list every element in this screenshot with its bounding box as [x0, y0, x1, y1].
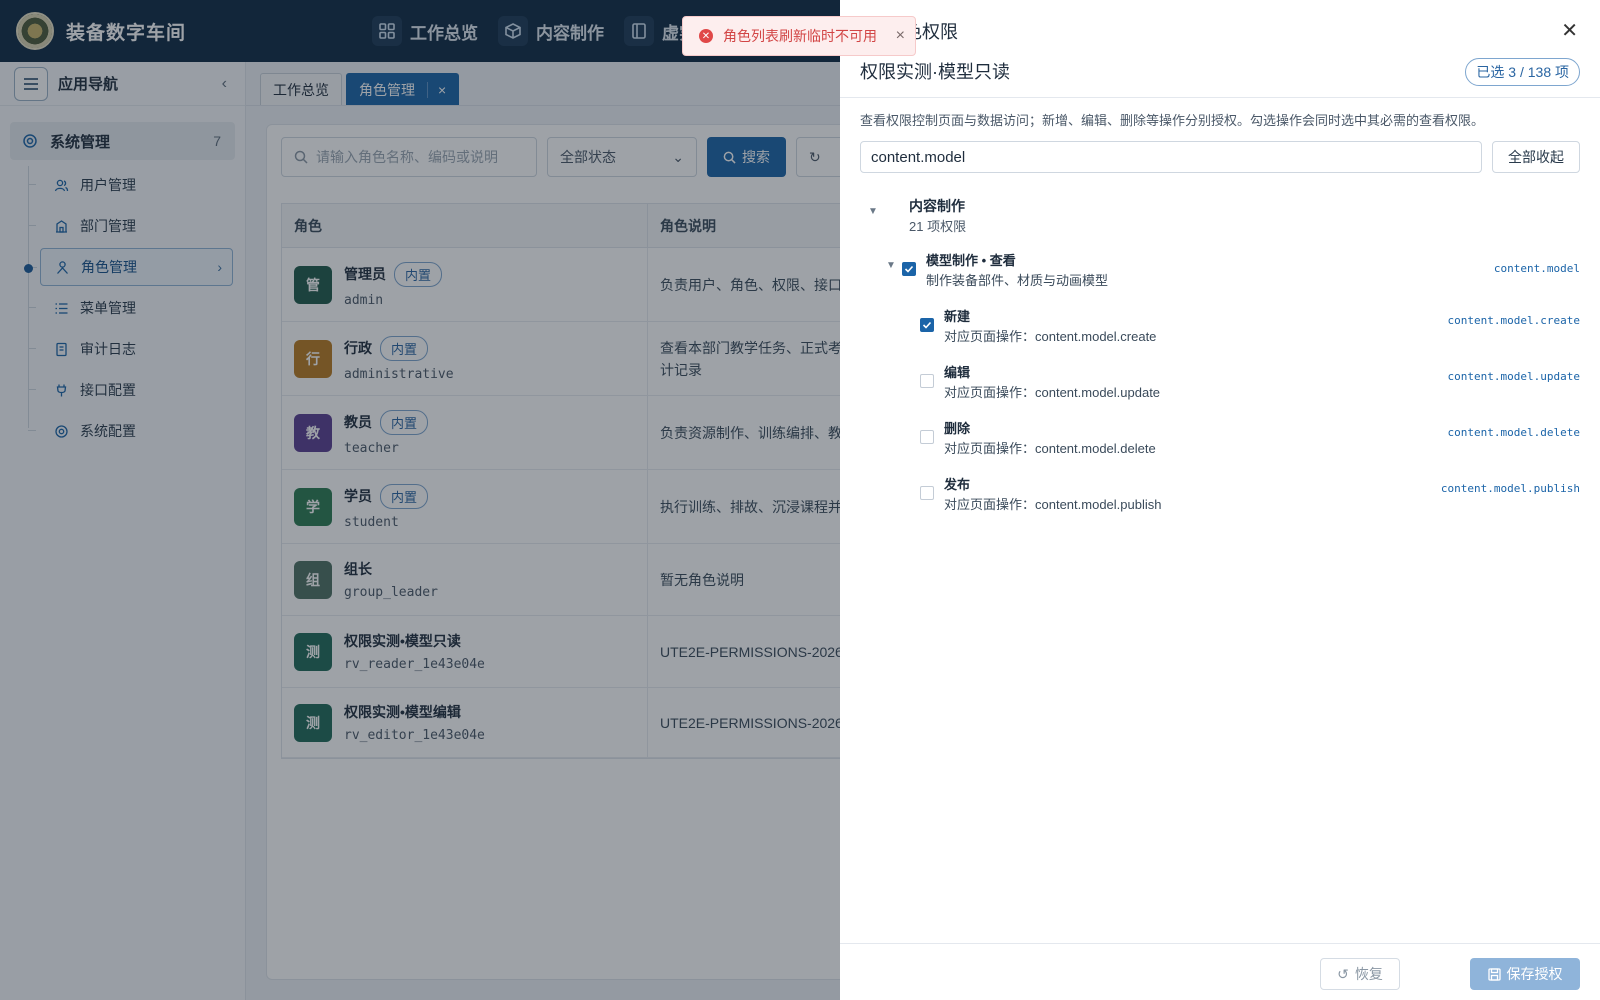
permission-checkbox[interactable]	[902, 262, 916, 276]
permission-leaf-name: 发布	[944, 477, 971, 492]
check-icon	[904, 265, 914, 273]
save-button[interactable]: 保存授权	[1470, 958, 1580, 990]
permission-leaf-code: content.model.update	[1447, 370, 1580, 383]
save-label: 保存授权	[1506, 966, 1563, 982]
permission-checkbox[interactable]	[920, 430, 934, 444]
error-icon: ✕	[699, 29, 713, 43]
permission-leaf-name: 新建	[944, 309, 971, 324]
permission-checkbox[interactable]	[920, 486, 934, 500]
permission-leaf-name: 删除	[944, 421, 971, 436]
permission-checkbox[interactable]	[920, 374, 934, 388]
divider	[840, 97, 1600, 98]
permission-leaf-desc: 对应页面操作：content.model.publish	[944, 497, 1162, 512]
selected-count-badge: 已选 3 / 138 项	[1465, 58, 1580, 86]
permission-leaf-code: content.model.create	[1447, 314, 1580, 327]
permission-leaves: 新建 对应页面操作：content.model.create content.m…	[860, 298, 1580, 522]
error-toast: ✕ 角色列表刷新临时不可用 ×	[682, 16, 916, 56]
permission-node: ▼ 模型制作 • 查看 制作装备部件、材质与动画模型 content.model	[860, 242, 1580, 298]
permission-leaf-desc: 对应页面操作：content.model.delete	[944, 441, 1156, 456]
permission-leaf: 编辑 对应页面操作：content.model.update content.m…	[860, 354, 1580, 410]
permission-leaf-code: content.model.delete	[1447, 426, 1580, 439]
close-icon[interactable]: ×	[896, 27, 905, 45]
permission-leaf-name: 编辑	[944, 365, 971, 380]
permission-leaf-desc: 对应页面操作：content.model.create	[944, 329, 1157, 344]
permission-leaf-code: content.model.publish	[1440, 482, 1580, 495]
restore-button[interactable]: ↺ 恢复	[1320, 958, 1400, 990]
permission-drawer: 色权限 ✕ 权限实测·模型只读 已选 3 / 138 项 查看权限控制页面与数据…	[840, 0, 1600, 1000]
save-icon	[1487, 967, 1501, 981]
collapse-all-button[interactable]: 全部收起	[1492, 141, 1580, 173]
drawer-footer: ↺ 恢复 保存授权	[840, 943, 1600, 1000]
permission-checkbox[interactable]	[920, 318, 934, 332]
permission-leaf: 发布 对应页面操作：content.model.publish content.…	[860, 466, 1580, 522]
permission-node-name: 模型制作 • 查看	[926, 253, 1016, 268]
permission-node-desc: 制作装备部件、材质与动画模型	[926, 273, 1109, 288]
drawer-role-name: 权限实测·模型只读	[860, 62, 1010, 82]
caret-down-icon[interactable]: ▼	[886, 260, 896, 271]
permission-filter-value: content.model	[871, 148, 966, 166]
undo-icon: ↺	[1337, 965, 1349, 982]
restore-label: 恢复	[1354, 966, 1383, 982]
close-icon[interactable]: ✕	[1561, 18, 1578, 43]
caret-down-icon[interactable]: ▼	[868, 206, 878, 217]
toast-message: 角色列表刷新临时不可用	[723, 28, 877, 44]
permission-tree: ▼ 内容制作 21 项权限 ▼ 模型制作 • 查看 制作装备部件、材质与动画模型…	[860, 190, 1580, 522]
permission-filter-input[interactable]: content.model	[860, 141, 1482, 173]
check-icon	[922, 321, 932, 329]
permission-group: ▼ 内容制作 21 项权限	[860, 190, 1580, 242]
permission-group-count: 21 项权限	[909, 219, 967, 234]
permission-leaf: 新建 对应页面操作：content.model.create content.m…	[860, 298, 1580, 354]
permission-node-code: content.model	[1493, 262, 1580, 275]
drawer-description: 查看权限控制页面与数据访问；新增、编辑、删除等操作分别授权。勾选操作会同时选中其…	[860, 113, 1485, 128]
permission-leaf: 删除 对应页面操作：content.model.delete content.m…	[860, 410, 1580, 466]
permission-leaf-desc: 对应页面操作：content.model.update	[944, 385, 1161, 400]
permission-group-name: 内容制作	[909, 198, 965, 214]
